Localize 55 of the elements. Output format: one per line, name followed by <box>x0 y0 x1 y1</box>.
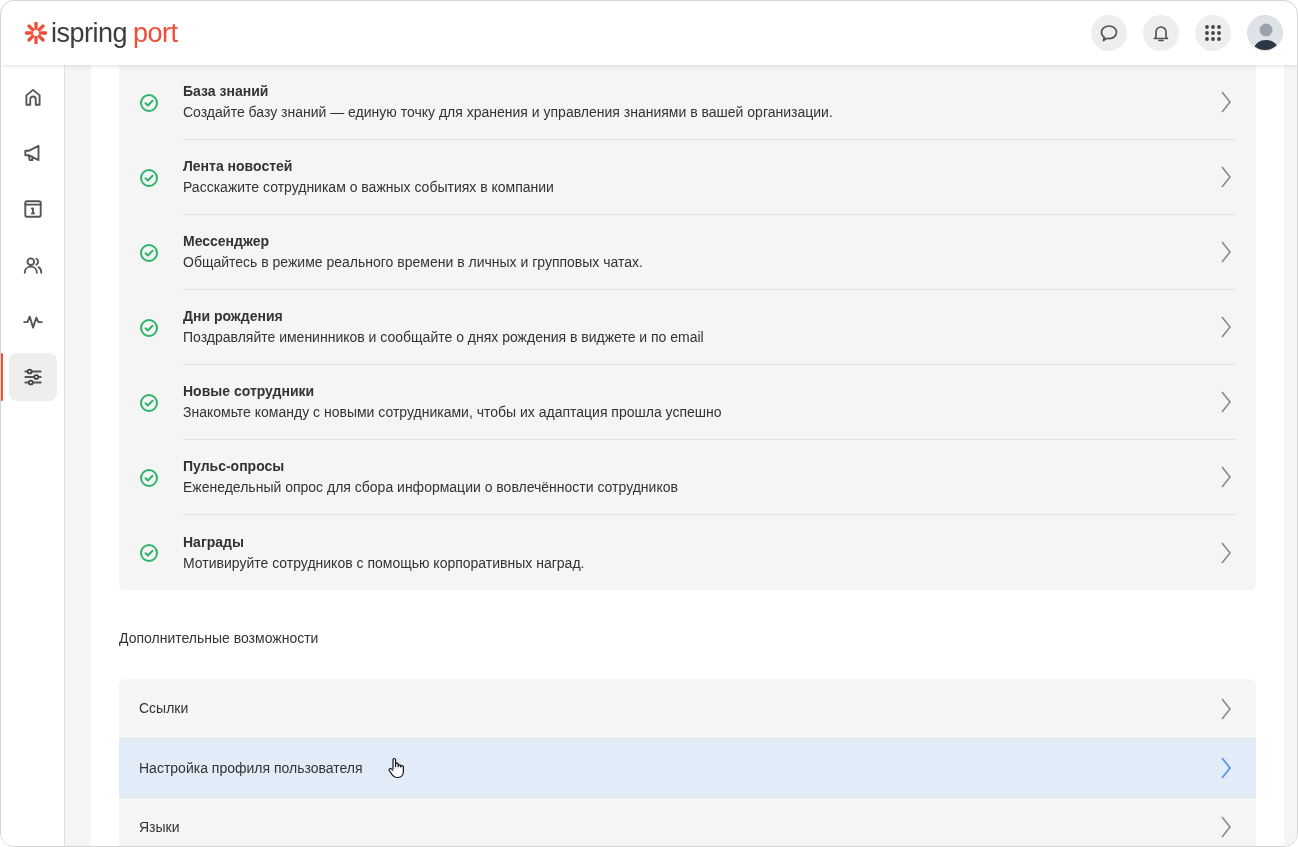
chevron-right-icon <box>1220 696 1232 721</box>
user-avatar[interactable] <box>1247 15 1283 51</box>
feature-title: Новые сотрудники <box>183 382 316 401</box>
feature-row[interactable]: Новые сотрудники Знакомьте команду с новыми сотрудниками, чтобы их адаптация прошла успешно <box>119 365 1256 440</box>
check-circle-icon <box>139 167 159 188</box>
chat-icon <box>1099 23 1119 43</box>
feature-description: Мотивируйте сотрудников с помощью корпоративных наград. <box>183 553 585 573</box>
chevron-right-icon <box>1220 315 1232 340</box>
feature-row[interactable]: База знаний Создайте базу знаний — единую точку для хранения и управления знаниями в вашей организации. <box>119 65 1256 140</box>
info-card-icon <box>21 198 44 220</box>
feature-title: Пульс-опросы <box>183 457 286 476</box>
feature-title: Награды <box>183 532 245 552</box>
feature-title: Лента новостей <box>183 157 294 176</box>
feature-row[interactable]: Мессенджер Общайтесь в режиме реального времени в личных и групповых чатах. <box>119 215 1256 290</box>
check-circle-icon <box>139 92 159 113</box>
feature-description: Поздравляйте именинников и сообщайте о днях рождения в виджете и по email <box>183 328 704 347</box>
chevron-right-icon <box>1220 756 1232 780</box>
check-circle-icon <box>139 242 159 263</box>
settings-link-row[interactable]: Языки <box>119 797 1256 846</box>
feature-row[interactable]: Дни рождения Поздравляйте именинников и сообщайте о днях рождения в виджете и по email <box>119 290 1256 365</box>
feature-description: Расскажите сотрудникам о важных событиях в компании <box>183 178 554 197</box>
logo-accent-text: port <box>133 16 178 50</box>
chevron-right-icon <box>1220 90 1232 115</box>
apps-grid-icon <box>1203 23 1223 43</box>
apps-grid-button[interactable] <box>1195 15 1231 51</box>
feature-description: Создайте базу знаний — единую точку для хранения и управления знаниями в вашей организации. <box>183 103 833 122</box>
settings-link-row[interactable]: Ссылки <box>119 679 1256 738</box>
feature-row[interactable]: Пульс-опросы Еженедельный опрос для сбора информации о вовлечённости сотрудников <box>119 440 1256 515</box>
sliders-icon <box>21 366 44 388</box>
check-circle-icon <box>139 542 159 563</box>
logo-star-icon <box>25 22 47 44</box>
check-circle-icon <box>139 467 159 488</box>
feature-row[interactable]: Награды Мотивируйте сотрудников с помощью корпоративных наград. <box>119 515 1256 590</box>
settings-link-row[interactable]: Настройка профиля пользователя <box>119 738 1256 797</box>
feature-title: Мессенджер <box>183 232 271 251</box>
logo-text: ispring <box>51 16 128 50</box>
chevron-right-icon <box>1220 465 1232 490</box>
section-heading: Дополнительные возможности <box>119 629 320 648</box>
check-circle-icon <box>139 392 159 413</box>
feature-title: Дни рождения <box>183 307 284 326</box>
chevron-right-icon <box>1220 540 1232 565</box>
feature-title: База знаний <box>183 82 270 101</box>
chevron-right-icon <box>1220 390 1232 415</box>
bell-button[interactable] <box>1143 15 1179 51</box>
chevron-right-icon <box>1220 815 1232 839</box>
feature-description: Еженедельный опрос для сбора информации о вовлечённости сотрудников <box>183 478 678 497</box>
chevron-right-icon <box>1220 165 1232 190</box>
feature-row[interactable]: Лента новостей Расскажите сотрудникам о важных событиях в компании <box>119 140 1256 215</box>
feature-description: Общайтесь в режиме реального времени в личных и групповых чатах. <box>183 253 643 272</box>
bell-icon <box>1151 23 1171 43</box>
chat-button[interactable] <box>1091 15 1127 51</box>
feature-description: Знакомьте команду с новыми сотрудниками, чтобы их адаптация прошла успешно <box>183 403 722 422</box>
check-circle-icon <box>139 317 159 338</box>
hand-cursor-icon <box>386 757 405 779</box>
chevron-right-icon <box>1220 240 1232 265</box>
